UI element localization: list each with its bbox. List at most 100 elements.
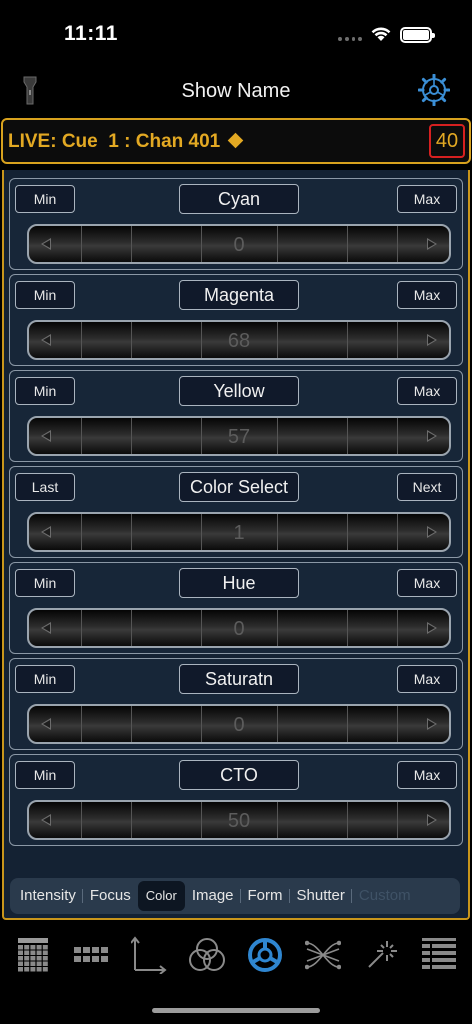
wheel-segment-line: [277, 226, 278, 262]
yellow-encoder-wheel[interactable]: 57: [27, 416, 451, 456]
wheel-segment-line: [277, 322, 278, 358]
yellow-max-button[interactable]: Max: [397, 377, 457, 405]
bottom-toolbar: [0, 924, 472, 986]
wheel-segment-line: [347, 322, 348, 358]
wheel-segment-line: [131, 322, 132, 358]
channel-grid-icon[interactable]: [11, 933, 55, 977]
wheel-segment-line: [397, 802, 398, 838]
right-arrow-icon: [427, 622, 437, 634]
color-select-value: 1: [233, 522, 245, 544]
yellow-min-button[interactable]: Min: [15, 377, 75, 405]
wheel-segment-line: [81, 706, 82, 742]
hue-min-button[interactable]: Min: [15, 569, 75, 597]
color-select-next-button[interactable]: Next: [397, 473, 457, 501]
hue-param-button[interactable]: Hue: [179, 568, 299, 598]
right-arrow-icon: [427, 430, 437, 442]
live-cue-channel: LIVE: Cue 1 : Chan 401: [8, 131, 244, 153]
cyan-max-button[interactable]: Max: [397, 185, 457, 213]
left-arrow-icon: [41, 334, 51, 346]
axis-icon[interactable]: [127, 933, 171, 977]
battery-icon: [400, 27, 435, 43]
saturatn-min-button[interactable]: Min: [15, 665, 75, 693]
right-arrow-icon: [427, 718, 437, 730]
color-select-encoder-wheel[interactable]: 1: [27, 512, 451, 552]
cellular-signal-icon: [338, 37, 362, 43]
magenta-max-button[interactable]: Max: [397, 281, 457, 309]
wheel-segment-line: [347, 418, 348, 454]
cto-min-button[interactable]: Min: [15, 761, 75, 789]
yellow-param-button[interactable]: Yellow: [179, 376, 299, 406]
keypad-icon[interactable]: [69, 933, 113, 977]
color-select-param-button[interactable]: Color Select: [179, 472, 299, 502]
wheel-segment-line: [397, 706, 398, 742]
param-row-color-select: Last Color Select Next 1: [9, 466, 463, 558]
left-arrow-icon: [41, 526, 51, 538]
tab-custom[interactable]: Custom: [352, 881, 418, 911]
wheel-segment-line: [347, 514, 348, 550]
list-icon[interactable]: [417, 933, 461, 977]
magic-wand-icon[interactable]: [359, 933, 403, 977]
cyan-param-button[interactable]: Cyan: [179, 184, 299, 214]
wheel-segment-line: [397, 514, 398, 550]
wheel-segment-line: [397, 322, 398, 358]
wheel-segment-line: [397, 226, 398, 262]
color-select-last-button[interactable]: Last: [15, 473, 75, 501]
magenta-encoder-wheel[interactable]: 68: [27, 320, 451, 360]
cyan-min-button[interactable]: Min: [15, 185, 75, 213]
wheel-segment-line: [347, 610, 348, 646]
saturatn-encoder-wheel[interactable]: 0: [27, 704, 451, 744]
wheel-segment-line: [81, 802, 82, 838]
tab-image[interactable]: Image: [185, 881, 241, 911]
magenta-min-button[interactable]: Min: [15, 281, 75, 309]
cto-param-button[interactable]: CTO: [179, 760, 299, 790]
page-title: Show Name: [181, 80, 291, 102]
color-circles-icon[interactable]: [185, 933, 229, 977]
tab-intensity[interactable]: Intensity: [13, 881, 83, 911]
header: Show Name: [0, 64, 472, 116]
cyan-value: 0: [233, 234, 245, 256]
wheel-segment-line: [277, 418, 278, 454]
gear-icon[interactable]: [418, 74, 450, 106]
live-cue-text: LIVE: Cue 1 : Chan 401: [8, 131, 221, 152]
magenta-param-button[interactable]: Magenta: [179, 280, 299, 310]
crossfade-icon[interactable]: [301, 933, 345, 977]
wheel-segment-line: [81, 322, 82, 358]
wheel-segment-line: [131, 226, 132, 262]
wheel-segment-line: [347, 226, 348, 262]
cto-max-button[interactable]: Max: [397, 761, 457, 789]
cto-value: 50: [227, 810, 251, 832]
wheel-segment-line: [277, 706, 278, 742]
saturatn-max-button[interactable]: Max: [397, 665, 457, 693]
tab-focus[interactable]: Focus: [83, 881, 138, 911]
param-row-cto: Min CTO Max 50: [9, 754, 463, 846]
cto-encoder-wheel[interactable]: 50: [27, 800, 451, 840]
hue-encoder-wheel[interactable]: 0: [27, 608, 451, 648]
saturatn-param-button[interactable]: Saturatn: [179, 664, 299, 694]
left-arrow-icon: [41, 718, 51, 730]
wheel-segment-line: [131, 418, 132, 454]
left-arrow-icon: [41, 430, 51, 442]
param-row-magenta: Min Magenta Max 68: [9, 274, 463, 366]
wheel-segment-line: [131, 706, 132, 742]
color-wheel-icon[interactable]: [243, 933, 287, 977]
wheel-segment-line: [131, 514, 132, 550]
right-arrow-icon: [427, 238, 437, 250]
channel-level[interactable]: 40: [429, 124, 465, 158]
cyan-encoder-wheel[interactable]: 0: [27, 224, 451, 264]
right-arrow-icon: [427, 814, 437, 826]
hue-value: 0: [233, 618, 245, 640]
tab-form[interactable]: Form: [241, 881, 290, 911]
tab-shutter[interactable]: Shutter: [290, 881, 353, 911]
hue-max-button[interactable]: Max: [397, 569, 457, 597]
live-cue-bar[interactable]: LIVE: Cue 1 : Chan 401 40: [1, 118, 471, 164]
status-time: 11:11: [64, 22, 118, 45]
wheel-segment-line: [81, 610, 82, 646]
yellow-value: 57: [227, 426, 251, 448]
home-indicator[interactable]: [152, 1008, 320, 1013]
wheel-segment-line: [397, 610, 398, 646]
wheel-segment-line: [277, 802, 278, 838]
wheel-segment-line: [347, 802, 348, 838]
tab-color[interactable]: Color: [137, 881, 185, 911]
wheel-segment-line: [277, 514, 278, 550]
param-row-cyan: Min Cyan Max 0: [9, 178, 463, 270]
